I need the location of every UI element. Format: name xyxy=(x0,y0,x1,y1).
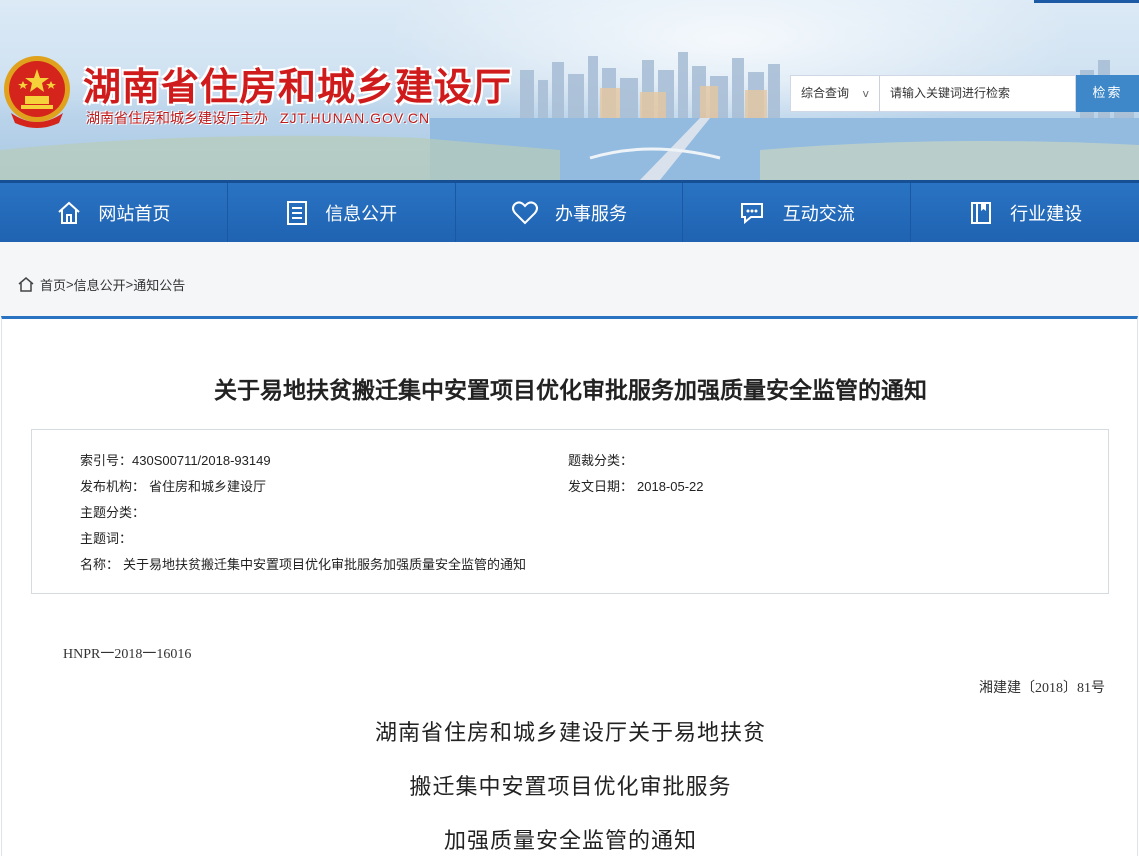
article-meta-box: 索引号：430S00711/2018-93149 题裁分类： 发布机构： 省住房和… xyxy=(31,429,1109,594)
header-banner: 湖南省住房和城乡建设厅 湖南省住房和城乡建设厅主办 ZJT.HUNAN.GOV.C… xyxy=(0,0,1139,180)
site-url: ZJT.HUNAN.GOV.CN xyxy=(280,110,431,126)
nav-item-service[interactable]: 办事服务 xyxy=(456,183,684,242)
book-icon xyxy=(971,201,992,224)
breadcrumb-separator: > xyxy=(66,277,74,292)
nav-item-label: 信息公开 xyxy=(325,203,398,224)
main-nav: 网站首页 信息公开 办事服务 互动交流 行业建设 xyxy=(0,180,1139,242)
nav-item-label: 网站首页 xyxy=(98,203,171,224)
meta-publisher: 发布机构： 省住房和城乡建设厅 xyxy=(80,476,266,495)
meta-index: 索引号：430S00711/2018-93149 xyxy=(80,450,271,469)
meta-date-value: 2018-05-22 xyxy=(637,479,704,494)
home-icon xyxy=(58,201,81,224)
meta-genre-label: 题裁分类： xyxy=(568,453,634,468)
body-title-line: 搬迁集中安置项目优化审批服务 xyxy=(409,774,732,799)
search-scope-select[interactable]: 综合查询 v xyxy=(790,75,880,112)
body-title-line: 湖南省住房和城乡建设厅关于易地扶贫 xyxy=(374,720,766,745)
site-subtitle: 湖南省住房和城乡建设厅主办 ZJT.HUNAN.GOV.CN xyxy=(86,108,430,128)
search-bar: 综合查询 v 请输入关键词进行检索 检索 xyxy=(790,75,1139,112)
national-emblem-icon xyxy=(4,56,70,128)
meta-date-label: 发文日期： xyxy=(568,479,634,494)
chat-icon xyxy=(740,202,763,224)
nav-item-industry[interactable]: 行业建设 xyxy=(911,183,1139,242)
article-title: 关于易地扶贫搬迁集中安置项目优化审批服务加强质量安全监管的通知 xyxy=(214,377,927,403)
home-icon xyxy=(18,277,34,292)
nav-item-interaction[interactable]: 互动交流 xyxy=(683,183,912,242)
top-accent-line xyxy=(1034,0,1139,3)
chevron-down-icon: v xyxy=(862,87,869,100)
meta-name: 名称： 关于易地扶贫搬迁集中安置项目优化审批服务加强质量安全监管的通知 xyxy=(80,554,526,573)
heart-icon xyxy=(511,200,538,224)
site-host-text: 湖南省住房和城乡建设厅主办 xyxy=(86,110,268,126)
nav-item-label: 行业建设 xyxy=(1010,203,1083,224)
meta-publisher-value: 省住房和城乡建设厅 xyxy=(149,479,267,494)
search-button[interactable]: 检索 xyxy=(1076,75,1139,112)
site-title[interactable]: 湖南省住房和城乡建设厅 xyxy=(83,56,512,111)
meta-name-label: 名称： xyxy=(80,557,120,572)
search-input[interactable]: 请输入关键词进行检索 xyxy=(880,75,1076,112)
breadcrumb-separator: > xyxy=(125,277,134,292)
meta-name-value: 关于易地扶贫搬迁集中安置项目优化审批服务加强质量安全监管的通知 xyxy=(123,557,527,572)
search-scope-value: 综合查询 xyxy=(801,86,850,100)
article-panel: 关于易地扶贫搬迁集中安置项目优化审批服务加强质量安全监管的通知 索引号：430S… xyxy=(1,316,1138,856)
meta-index-value: 430S00711/2018-93149 xyxy=(132,453,271,468)
meta-publisher-label: 发布机构： xyxy=(80,479,146,494)
body-title-line: 加强质量安全监管的通知 xyxy=(443,828,697,853)
breadcrumb-info-link[interactable]: 信息公开 xyxy=(74,275,126,294)
breadcrumb: 首页 > 信息公开 > 通知公告 xyxy=(18,275,185,294)
meta-index-label: 索引号： xyxy=(80,453,133,468)
meta-keywords: 主题词： xyxy=(80,528,132,547)
nav-item-label: 办事服务 xyxy=(554,203,627,224)
meta-date: 发文日期： 2018-05-22 xyxy=(568,476,704,495)
meta-topic: 主题分类： xyxy=(80,502,145,521)
nav-item-info[interactable]: 信息公开 xyxy=(228,183,456,242)
breadcrumb-bar: 首页 > 信息公开 > 通知公告 xyxy=(0,242,1139,319)
nav-item-home[interactable]: 网站首页 xyxy=(0,183,228,242)
nav-item-label: 互动交流 xyxy=(782,203,855,224)
meta-genre: 题裁分类： xyxy=(568,450,633,469)
document-reference: 湘建建〔2018〕81号 xyxy=(979,681,1105,696)
breadcrumb-home-link[interactable]: 首页 xyxy=(40,275,66,294)
document-number: HNPR一2018一16016 xyxy=(63,647,192,662)
breadcrumb-notice-link[interactable]: 通知公告 xyxy=(133,275,185,294)
meta-topic-label: 主题分类： xyxy=(80,505,146,520)
meta-keywords-label: 主题词： xyxy=(80,531,133,546)
document-icon xyxy=(287,200,308,225)
